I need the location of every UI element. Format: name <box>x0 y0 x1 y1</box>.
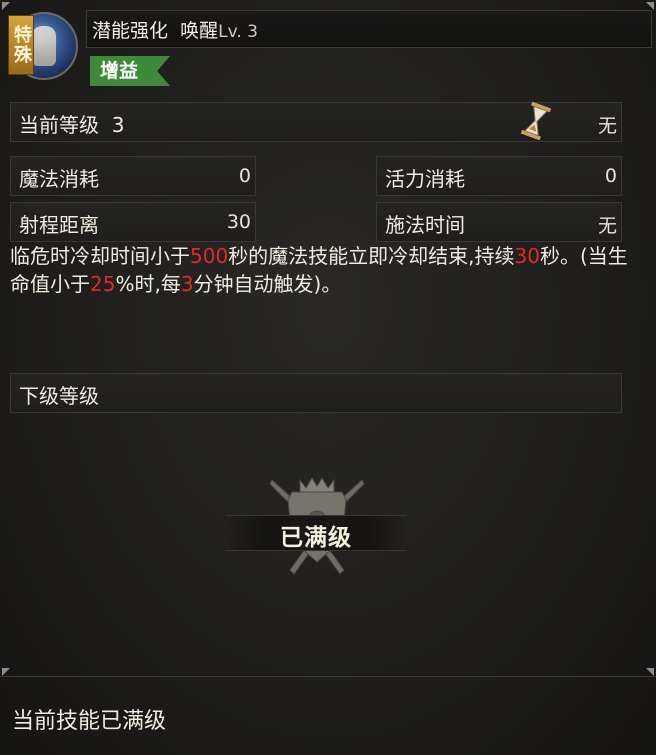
cast-range-label: 射程距离 <box>19 213 99 237</box>
corner-ornament <box>2 2 10 10</box>
special-tag: 特殊 <box>8 15 34 75</box>
corner-ornament <box>2 668 10 676</box>
mana-cost-label: 魔法消耗 <box>19 167 99 191</box>
skill-title: 潜能强化 唤醒Lv. 3 <box>92 16 258 43</box>
mana-cost-row: 魔法消耗 0 <box>10 156 256 196</box>
awaken-label: 唤醒 <box>180 20 219 42</box>
corner-ornament <box>646 2 654 10</box>
cast-time-value: 无 <box>597 215 617 237</box>
mana-cost-value: 0 <box>238 165 251 187</box>
current-level-label: 当前等级 3 <box>19 113 125 137</box>
skill-level: Lv. 3 <box>218 22 258 42</box>
cast-time-row: 施法时间 无 <box>376 202 622 242</box>
skill-name: 潜能强化 <box>92 20 169 42</box>
maxed-text: 已满级 <box>280 525 352 551</box>
buff-tag: 增益 <box>90 56 170 86</box>
divider <box>0 676 656 677</box>
highlight-number: 25 <box>90 272 116 296</box>
skill-description: 临危时冷却时间小于500秒的魔法技能立即冷却结束,持续30秒。(当生命值小于25… <box>10 244 628 296</box>
footer-status-text: 当前技能已满级 <box>12 709 167 734</box>
highlight-number: 500 <box>190 244 229 268</box>
highlight-number: 3 <box>180 272 194 296</box>
vitality-cost-row: 活力消耗 0 <box>376 156 622 196</box>
cast-range-value: 30 <box>226 211 251 233</box>
next-level-label: 下级等级 <box>19 384 99 408</box>
cooldown-value: 无 <box>597 115 617 137</box>
cast-range-row: 射程距离 30 <box>10 202 256 242</box>
skill-tooltip-panel: 特殊 潜能强化 唤醒Lv. 3 增益 当前等级 3 无 魔法消耗 0 活力消耗 … <box>0 0 656 755</box>
corner-ornament <box>646 668 654 676</box>
current-level-value: 3 <box>111 113 125 137</box>
highlight-number: 30 <box>514 244 540 268</box>
vitality-cost-value: 0 <box>604 165 617 187</box>
cast-time-label: 施法时间 <box>385 213 465 237</box>
next-level-row: 下级等级 <box>10 373 622 413</box>
vitality-cost-label: 活力消耗 <box>385 167 465 191</box>
maxed-banner: 已满级 <box>226 515 406 551</box>
